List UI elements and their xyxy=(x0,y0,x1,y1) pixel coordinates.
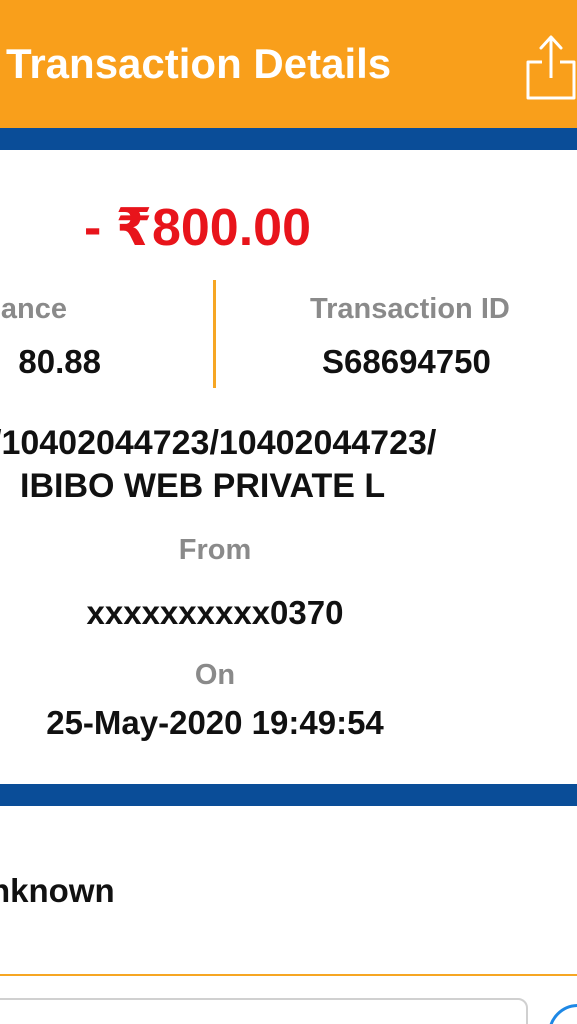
description-line-2: IBIBO WEB PRIVATE L xyxy=(20,467,386,505)
vertical-divider xyxy=(213,280,216,388)
remarks-input[interactable] xyxy=(0,998,528,1024)
transaction-details-screen: Transaction Details - ₹800.00 ance 80.88… xyxy=(0,0,577,1024)
balance-label: ance xyxy=(0,293,67,325)
orange-separator xyxy=(0,974,577,976)
description-line-1: /10402044723/10402044723/ xyxy=(0,424,437,462)
header-bar: Transaction Details xyxy=(0,0,577,128)
page-title: Transaction Details xyxy=(6,40,392,87)
transaction-id-label: Transaction ID xyxy=(310,293,510,325)
transaction-amount: - ₹800.00 xyxy=(84,199,311,257)
transaction-id-value: S68694750 xyxy=(322,343,491,380)
on-label: On xyxy=(194,659,236,691)
blue-divider-band-top xyxy=(0,128,577,150)
balance-value: 80.88 xyxy=(18,343,101,380)
from-account-value: xxxxxxxxxx0370 xyxy=(86,594,344,631)
from-label: From xyxy=(178,534,252,566)
transaction-datetime: 25-May-2020 19:49:54 xyxy=(46,704,384,741)
round-action-button[interactable] xyxy=(548,1004,577,1024)
transaction-card: - ₹800.00 ance 80.88 Transaction ID S686… xyxy=(0,150,577,784)
share-icon xyxy=(526,35,576,100)
share-button[interactable] xyxy=(524,32,577,102)
category-value[interactable]: nknown xyxy=(0,872,115,910)
blue-divider-band-bottom xyxy=(0,784,577,806)
